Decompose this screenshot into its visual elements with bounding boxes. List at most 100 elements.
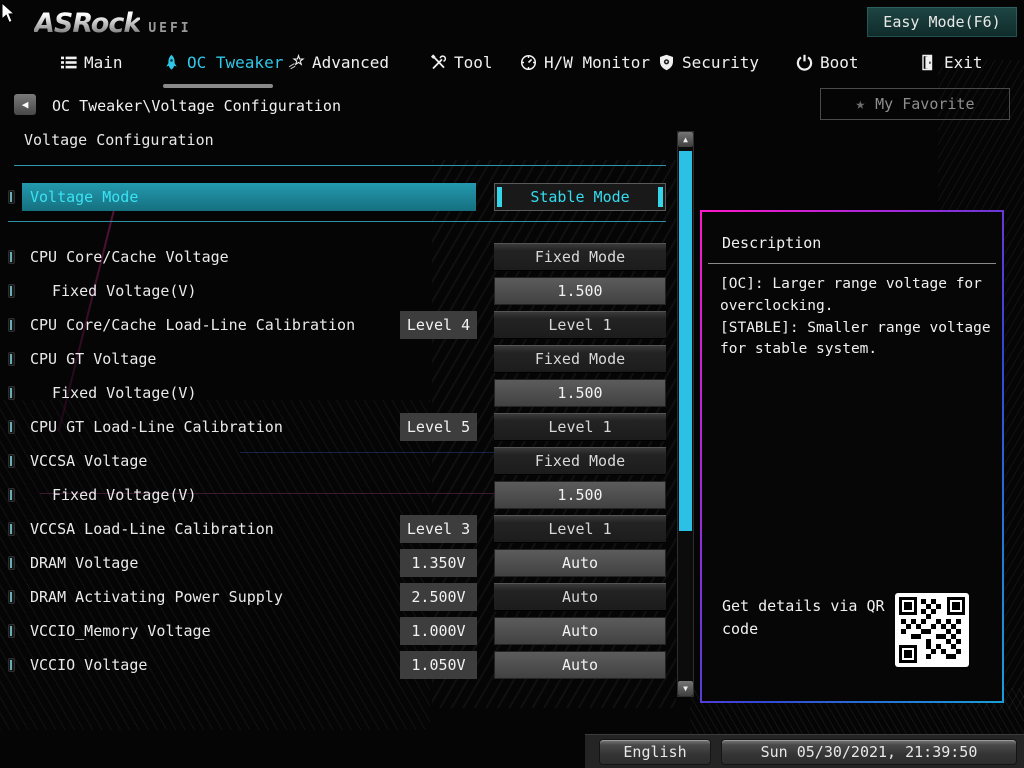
settings-row[interactable]: Fixed Voltage(V) 1.500: [8, 277, 666, 305]
settings-row[interactable]: DRAM Activating Power Supply 2.500V Auto: [8, 583, 666, 611]
item-bullet-icon: [8, 590, 15, 604]
setting-label: CPU Core/Cache Voltage: [30, 248, 229, 266]
tab-label: Exit: [944, 52, 983, 72]
back-arrow-icon: ◀: [21, 98, 29, 111]
setting-label-area: VCCSA Voltage: [22, 447, 476, 475]
brand-suffix: UEFI: [148, 21, 192, 36]
setting-label: Fixed Voltage(V): [52, 486, 197, 504]
title-divider: [14, 165, 666, 166]
list-icon: [61, 56, 77, 68]
up-arrow-icon: ▲: [683, 134, 688, 144]
settings-row[interactable]: CPU Core/Cache Load-Line Calibration Lev…: [8, 311, 666, 339]
description-title: Description: [722, 234, 822, 252]
qr-modules: [921, 599, 926, 604]
current-value-badge: 1.000V: [400, 617, 477, 645]
settings-row[interactable]: VCCSA Load-Line Calibration Level 3 Leve…: [8, 515, 666, 543]
setting-label-area: CPU GT Voltage: [22, 345, 476, 373]
tab-oc-tweaker[interactable]: OC Tweaker: [163, 50, 283, 74]
easy-mode-button[interactable]: Easy Mode(F6): [866, 6, 1018, 38]
item-bullet-icon: [8, 624, 15, 638]
settings-row[interactable]: CPU Core/Cache Voltage Fixed Mode: [8, 243, 666, 271]
settings-row[interactable]: Fixed Voltage(V) 1.500: [8, 379, 666, 407]
my-favorite-button[interactable]: ★ My Favorite: [820, 88, 1010, 120]
setting-value-button[interactable]: Auto: [494, 583, 666, 611]
setting-value-button[interactable]: Auto: [494, 617, 666, 645]
setting-value-button[interactable]: 1.500: [494, 481, 666, 509]
item-bullet-icon: [8, 318, 15, 332]
setting-value-button[interactable]: Auto: [494, 651, 666, 679]
tab-exit[interactable]: Exit: [920, 50, 983, 74]
description-text: [OC]: Larger range voltage for overclock…: [720, 276, 991, 358]
current-value-badge: 1.050V: [400, 651, 477, 679]
scroll-down-button[interactable]: ▼: [678, 681, 693, 696]
scroll-up-button[interactable]: ▲: [678, 132, 693, 147]
settings-row[interactable]: Fixed Voltage(V) 1.500: [8, 481, 666, 509]
setting-label: DRAM Activating Power Supply: [30, 588, 283, 606]
setting-value-button[interactable]: 1.500: [494, 379, 666, 407]
tab-security[interactable]: Security: [658, 50, 759, 74]
setting-label: VCCSA Load-Line Calibration: [30, 520, 274, 538]
tab-tool[interactable]: Tool: [430, 50, 493, 74]
tab-main[interactable]: Main: [60, 50, 123, 74]
qr-code: [895, 593, 969, 667]
setting-value-button[interactable]: Fixed Mode: [494, 447, 666, 475]
current-value-badge: Level 3: [400, 515, 477, 543]
settings-row[interactable]: DRAM Voltage 1.350V Auto: [8, 549, 666, 577]
setting-label: VCCIO Voltage: [30, 656, 148, 674]
datetime-display[interactable]: Sun 05/30/2021, 21:39:50: [721, 739, 1017, 765]
tab-label: OC Tweaker: [187, 52, 284, 72]
setting-label-area: Fixed Voltage(V): [22, 277, 476, 305]
settings-row[interactable]: VCCSA Voltage Fixed Mode: [8, 447, 666, 475]
setting-value-button[interactable]: Level 1: [494, 413, 666, 441]
section-divider: [8, 221, 666, 222]
description-panel: Description [OC]: Larger range voltage f…: [700, 210, 1004, 703]
current-value-badge: 2.500V: [400, 583, 477, 611]
settings-row[interactable]: Voltage Mode Stable Mode: [8, 183, 666, 211]
down-arrow-icon: ▼: [683, 683, 688, 693]
scrollbar-track[interactable]: ▲ ▼: [677, 131, 694, 697]
scrollbar-thumb[interactable]: [679, 151, 692, 531]
tools-icon: [430, 53, 447, 69]
setting-label-area: Fixed Voltage(V): [22, 379, 476, 407]
language-button[interactable]: English: [599, 739, 711, 765]
tab-advanced[interactable]: Advanced: [288, 50, 389, 74]
setting-value-button[interactable]: Auto: [494, 549, 666, 577]
description-panel-body: Description [OC]: Larger range voltage f…: [702, 212, 1002, 701]
setting-label-area: CPU Core/Cache Voltage: [22, 243, 476, 271]
uefi-bios-screen: ASRock UEFI Easy Mode(F6) Main OC Tweake…: [0, 0, 1024, 768]
breadcrumb: OC Tweaker\Voltage Configuration: [52, 97, 341, 115]
item-bullet-icon: [8, 454, 15, 468]
item-bullet-icon: [8, 284, 15, 298]
exit-door-icon: [922, 54, 933, 70]
item-bullet-icon: [8, 658, 15, 672]
tab-boot[interactable]: Boot: [796, 50, 859, 74]
setting-value-button[interactable]: 1.500: [494, 277, 666, 305]
setting-value-button[interactable]: Level 1: [494, 515, 666, 543]
current-value-badge: 1.350V: [400, 549, 477, 577]
tab-hw-monitor[interactable]: H/W Monitor: [520, 50, 650, 74]
easy-mode-label: Easy Mode(F6): [883, 13, 1001, 31]
mouse-cursor: [1, 2, 16, 24]
tab-label: Boot: [820, 52, 859, 72]
setting-value-button[interactable]: Stable Mode: [494, 183, 666, 211]
gauge-icon: [520, 54, 537, 70]
settings-row[interactable]: VCCIO Voltage 1.050V Auto: [8, 651, 666, 679]
setting-value-button[interactable]: Fixed Mode: [494, 345, 666, 373]
item-bullet-icon: [8, 488, 15, 502]
setting-label: Voltage Mode: [30, 188, 139, 206]
settings-row[interactable]: CPU GT Voltage Fixed Mode: [8, 345, 666, 373]
item-bullet-icon: [8, 352, 15, 366]
setting-label: Fixed Voltage(V): [52, 384, 197, 402]
setting-value-button[interactable]: Fixed Mode: [494, 243, 666, 271]
settings-row[interactable]: VCCIO_Memory Voltage 1.000V Auto: [8, 617, 666, 645]
description-divider: [708, 263, 996, 264]
item-bullet-icon: [8, 190, 15, 204]
tab-label: Tool: [454, 52, 493, 72]
back-button[interactable]: ◀: [14, 94, 36, 115]
current-value-badge: Level 4: [400, 311, 477, 339]
rocket-icon: [166, 54, 177, 70]
setting-label: CPU GT Voltage: [30, 350, 157, 368]
setting-value-button[interactable]: Level 1: [494, 311, 666, 339]
qr-finder-pattern: [947, 597, 965, 615]
settings-row[interactable]: CPU GT Load-Line Calibration Level 5 Lev…: [8, 413, 666, 441]
